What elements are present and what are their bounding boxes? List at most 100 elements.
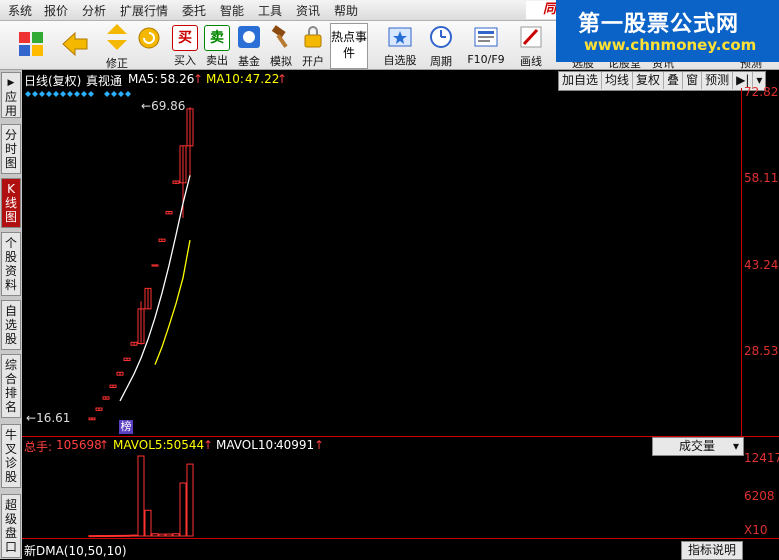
- refresh-icon: [138, 27, 160, 49]
- mavol5-label: MAVOL5:: [113, 438, 167, 452]
- watchlist-label: 自选股: [383, 54, 417, 67]
- fund-button[interactable]: 基金: [234, 23, 264, 68]
- star-icon: [388, 27, 412, 47]
- watermark-url: www.chnmoney.com: [584, 36, 757, 54]
- menu-extended-quote[interactable]: 扩展行情: [120, 2, 168, 19]
- watchlist-button[interactable]: 自选股: [382, 23, 418, 67]
- sidebar: ▶ 应用 分时图 K线图 个股资料 自选股 综合排名 牛叉诊股 超级盘口: [0, 70, 22, 559]
- sidebar-tab-diagnosis[interactable]: 牛叉诊股: [1, 424, 21, 488]
- simulate-label: 模拟: [270, 55, 292, 68]
- volume-bar: [95, 535, 103, 538]
- total-volume-label: 总手:: [24, 440, 53, 454]
- play-icon: ▶: [7, 78, 15, 88]
- menu-analysis[interactable]: 分析: [82, 2, 106, 19]
- sell-button[interactable]: 卖 卖出: [202, 23, 232, 67]
- draw-line-label: 画线: [520, 55, 542, 68]
- price-tick: 28.53: [744, 344, 779, 358]
- open-account-button[interactable]: 开户: [298, 23, 328, 68]
- signal-diamond: [46, 91, 52, 97]
- signal-diamond: [67, 91, 73, 97]
- low-price-label: ←16.61: [26, 411, 71, 425]
- sidebar-tab-kline[interactable]: K线图: [1, 178, 21, 228]
- volume-unit: X10: [744, 523, 768, 537]
- sidebar-tab-label: 牛叉诊股: [4, 428, 17, 484]
- volume-bar: [116, 534, 124, 537]
- sidebar-tab-super-depth[interactable]: 超级盘口: [1, 494, 21, 558]
- total-volume-value: 105698: [56, 438, 102, 452]
- sidebar-tab-watchlist[interactable]: 自选股: [1, 300, 21, 350]
- signal-diamond: [81, 91, 87, 97]
- back-button[interactable]: [60, 23, 90, 67]
- up-arrow-icon: ↑: [203, 438, 214, 452]
- sidebar-tab-apps[interactable]: ▶ 应用: [1, 72, 21, 118]
- signal-diamond: [88, 91, 94, 97]
- sidebar-tab-intraday[interactable]: 分时图: [1, 124, 21, 174]
- menu-quote[interactable]: 报价: [44, 2, 68, 19]
- lock-icon: [304, 26, 322, 48]
- hot-event-label: 热点事件: [331, 30, 368, 60]
- refresh-button[interactable]: [134, 23, 164, 67]
- sidebar-tab-ranking[interactable]: 综合排名: [1, 354, 21, 418]
- sell-icon: 卖: [204, 25, 230, 51]
- indicator-help-button[interactable]: 指标说明: [681, 541, 743, 560]
- signal-diamond: [74, 91, 80, 97]
- watermark-banner: 第一股票公式网 www.chnmoney.com: [556, 0, 779, 62]
- signal-diamond: [111, 91, 117, 97]
- high-price-value: 69.86: [151, 99, 186, 113]
- indicator-dropdown[interactable]: 成交量 ▾: [652, 437, 744, 456]
- open-account-label: 开户: [302, 55, 324, 68]
- signal-diamond: [39, 91, 45, 97]
- menu-help[interactable]: 帮助: [334, 2, 358, 19]
- sell-label: 卖出: [206, 54, 228, 67]
- menu-smart[interactable]: 智能: [220, 2, 244, 19]
- menu-news[interactable]: 资讯: [296, 2, 320, 19]
- draw-line-button[interactable]: 画线: [516, 23, 546, 68]
- hot-event-button[interactable]: 热点事件: [330, 23, 368, 69]
- fix-button[interactable]: 修正: [102, 23, 132, 70]
- volume-bar: [158, 533, 166, 537]
- volume-bar: [144, 509, 152, 537]
- grid-button[interactable]: [16, 23, 46, 67]
- volume-bar: [165, 533, 173, 537]
- price-tick: 58.11: [744, 171, 779, 185]
- volume-bar: [151, 533, 159, 537]
- back-arrow-icon: [62, 31, 88, 57]
- sidebar-tab-stock-profile[interactable]: 个股资料: [1, 232, 21, 296]
- signal-diamond: [118, 91, 124, 97]
- simulate-button[interactable]: 模拟: [266, 23, 296, 68]
- sidebar-tab-label: 个股资料: [4, 236, 17, 292]
- volume-bar: [137, 455, 145, 537]
- menu-system[interactable]: 系统: [8, 2, 32, 19]
- sidebar-tab-label: K线图: [4, 182, 17, 224]
- signal-diamond: [125, 91, 131, 97]
- chart-area[interactable]: 日线(复权) 真视通 MA5: 58.26 ↑ MA10: 47.22 ↑ 加自…: [22, 70, 779, 560]
- watermark-title: 第一股票公式网: [578, 12, 740, 37]
- ma5-line: [119, 175, 191, 402]
- buy-button[interactable]: 买 买入: [170, 23, 200, 67]
- volume-bar: [123, 534, 131, 537]
- signal-diamond: [60, 91, 66, 97]
- sidebar-tab-label: 分时图: [4, 128, 17, 170]
- period-button[interactable]: 周期: [426, 23, 456, 68]
- volume-tick: 12417: [744, 451, 779, 465]
- updown-arrow-icon: [107, 24, 127, 50]
- signal-diamond: [53, 91, 59, 97]
- f10-button[interactable]: F10/F9: [466, 23, 506, 67]
- menu-order[interactable]: 委托: [182, 2, 206, 19]
- mavol10-label: MAVOL10:: [216, 438, 278, 452]
- volume-tick: 6208: [744, 489, 775, 503]
- volume-bar: [109, 534, 117, 537]
- indicator-name[interactable]: 新DMA(10,50,10): [24, 542, 127, 559]
- menu-tools[interactable]: 工具: [258, 2, 282, 19]
- fund-label: 基金: [238, 55, 260, 68]
- high-price-label: ←69.86: [141, 99, 186, 113]
- f10-icon: [474, 27, 498, 47]
- sidebar-tab-label: 综合排名: [4, 358, 17, 414]
- kline-chart[interactable]: [22, 70, 779, 559]
- clock-icon: [430, 26, 452, 48]
- volume-bar: [186, 463, 194, 537]
- low-price-value: 16.61: [36, 411, 71, 425]
- rank-marker[interactable]: 榜: [119, 420, 133, 434]
- up-arrow-icon: ↑: [99, 438, 110, 452]
- sidebar-tab-label: 自选股: [4, 304, 17, 346]
